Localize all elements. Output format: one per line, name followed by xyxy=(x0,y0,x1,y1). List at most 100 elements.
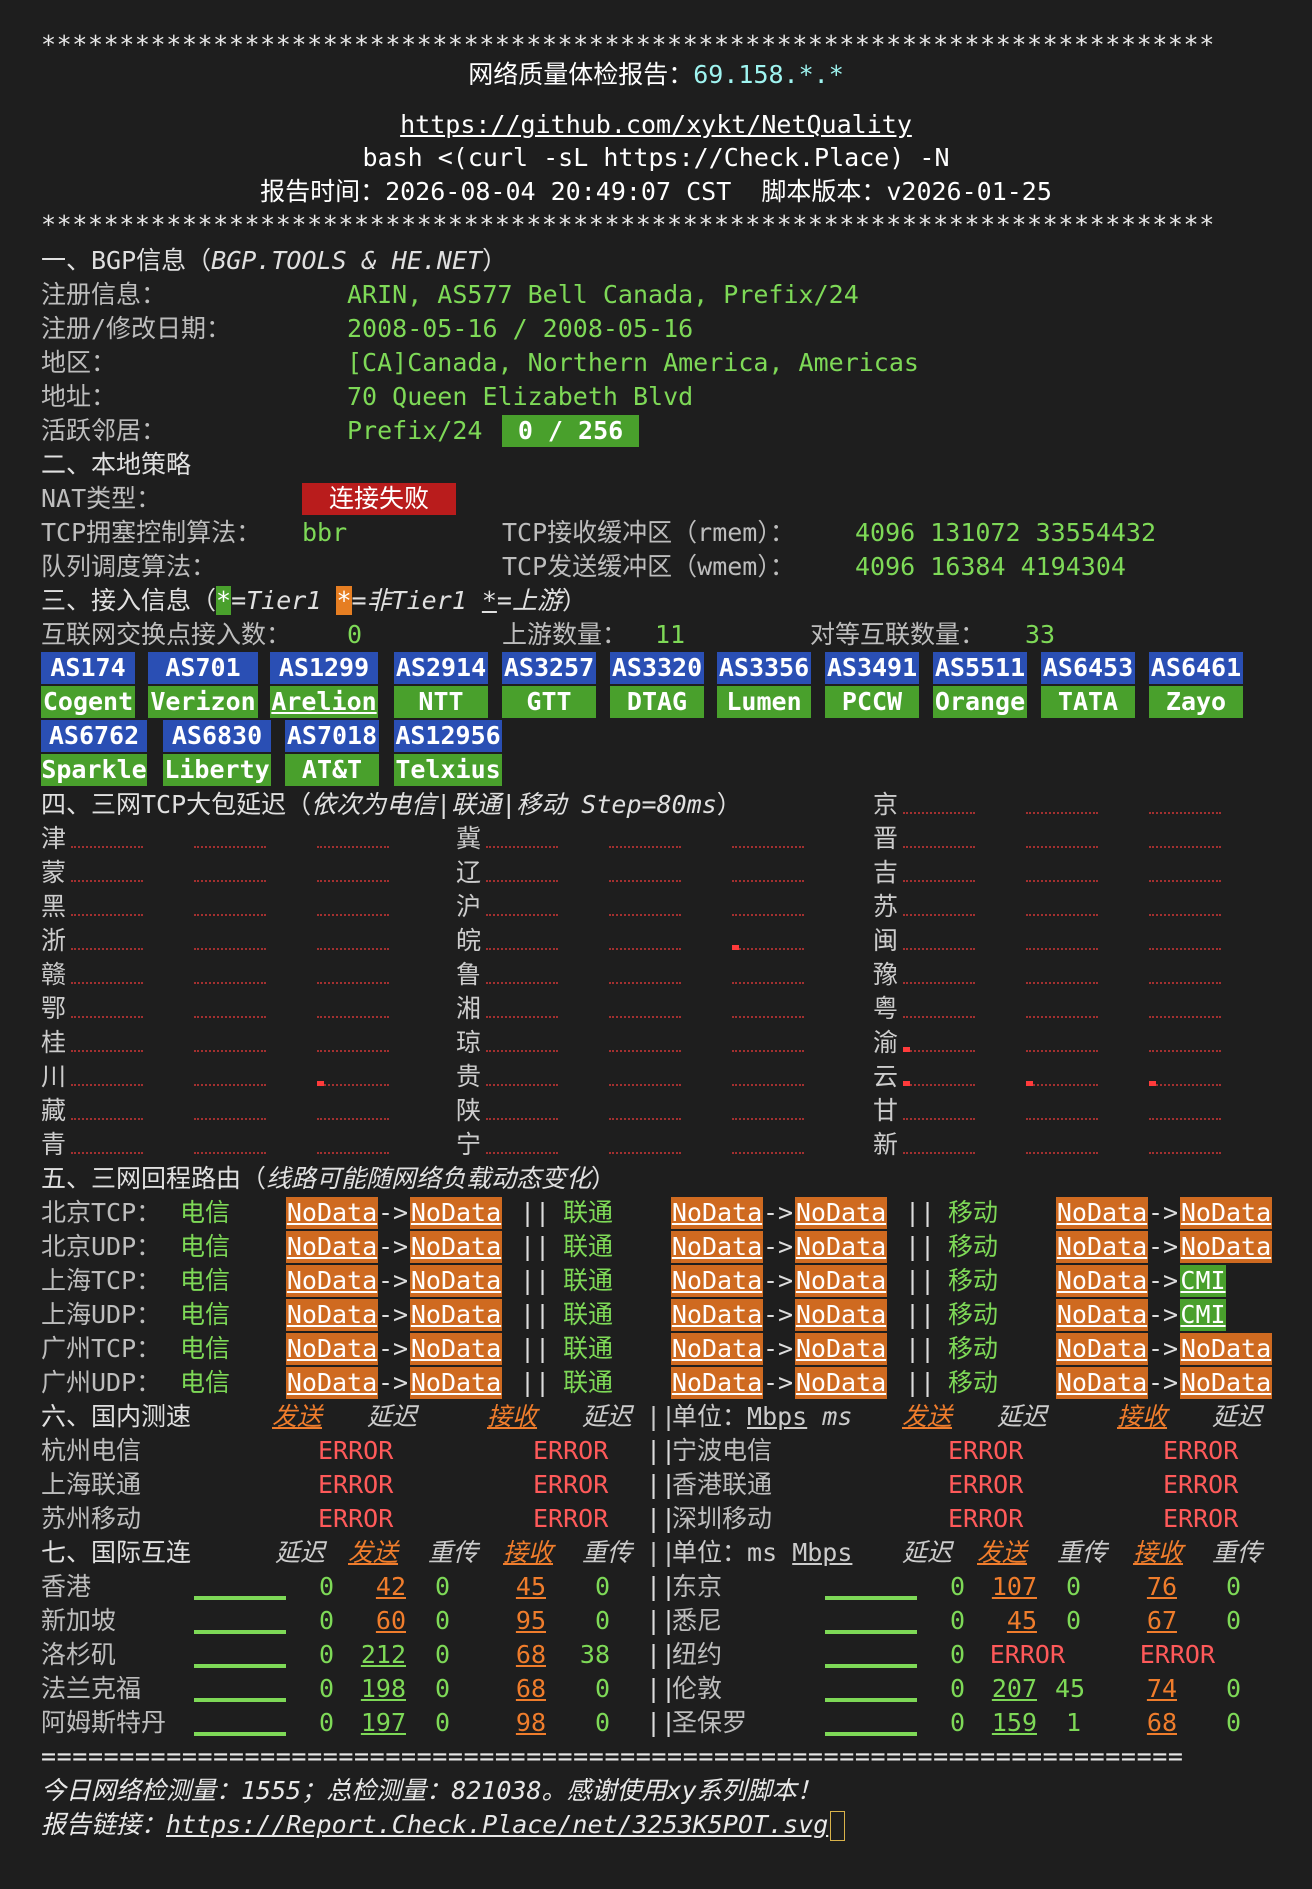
neighbor-count-badge: 0 / 256 xyxy=(502,415,639,447)
report-link[interactable]: https://Report.Check.Place/net/3253K5POT… xyxy=(166,1810,828,1839)
route-arrow: -> xyxy=(1148,1232,1179,1261)
isp-ct: 电信 xyxy=(180,1198,231,1227)
province-label: 吉 xyxy=(873,858,899,887)
footer-divider: ========================================… xyxy=(41,1742,1184,1771)
header-stars-top: ****************************************… xyxy=(41,30,1215,59)
route-arrow: -> xyxy=(378,1300,409,1329)
asn-name: DTAG xyxy=(610,686,704,718)
province-label: 云 xyxy=(873,1062,899,1091)
retx-value: 0 xyxy=(434,1606,450,1635)
route-hop: NoData xyxy=(671,1265,763,1297)
asn-name: Zayo xyxy=(1149,686,1243,718)
col-recv: 接收 xyxy=(1133,1538,1184,1567)
section-intl-title: 七、国际互连 xyxy=(41,1538,192,1567)
col-recv: 接收 xyxy=(487,1402,538,1431)
repo-link[interactable]: https://github.com/xykt/NetQuality xyxy=(0,108,1312,142)
separator: || xyxy=(520,1266,551,1295)
latency-bar xyxy=(825,1698,917,1702)
latency-mark xyxy=(903,1081,910,1086)
report-title: 网络质量体检报告：69.158.*.* xyxy=(0,58,1312,92)
delay-value: 0 xyxy=(949,1708,965,1737)
latency-dots xyxy=(1149,874,1221,882)
col-recv: 接收 xyxy=(503,1538,554,1567)
nat-label: NAT类型： xyxy=(41,484,162,513)
province-label: 甘 xyxy=(873,1096,899,1125)
latency-dots xyxy=(1149,1146,1221,1154)
upstream-legend-swatch: * xyxy=(481,586,497,615)
col-delay: 延迟 xyxy=(902,1538,953,1567)
route-label: 北京UDP： xyxy=(41,1232,162,1261)
latency-dots xyxy=(1026,874,1098,882)
route-hop: NoData xyxy=(286,1265,378,1297)
latency-dots xyxy=(1149,908,1221,916)
latency-dots xyxy=(317,1078,389,1086)
province-label: 辽 xyxy=(456,858,482,887)
latency-dots xyxy=(317,874,389,882)
asn-number: AS2914 xyxy=(394,652,488,684)
col-delay: 延迟 xyxy=(1212,1402,1263,1431)
latency-dots xyxy=(194,1010,266,1018)
route-hop: NoData xyxy=(1056,1367,1148,1399)
latency-dots xyxy=(732,1146,804,1154)
latency-bar xyxy=(825,1630,917,1634)
asn-number: AS3491 xyxy=(825,652,919,684)
route-hop: CMI xyxy=(1180,1265,1226,1297)
asn-number: AS6461 xyxy=(1149,652,1243,684)
recv-value: 76 xyxy=(1146,1572,1177,1601)
province-label: 鄂 xyxy=(41,994,67,1023)
latency-dots xyxy=(903,806,975,814)
latency-dots xyxy=(1026,942,1098,950)
retx-value: 0 xyxy=(1065,1606,1081,1635)
asn-number: AS3320 xyxy=(610,652,704,684)
latency-dots xyxy=(732,976,804,984)
latency-dots xyxy=(903,1112,975,1120)
latency-dots xyxy=(317,976,389,984)
neighbor-prefix: Prefix/24 xyxy=(347,416,483,445)
rmem-value: 4096 131072 33554432 xyxy=(855,518,1157,547)
isp-ct: 电信 xyxy=(180,1334,231,1363)
retx-value: 0 xyxy=(1065,1572,1081,1601)
section-domestic-title: 六、国内测速 xyxy=(41,1402,192,1431)
separator: || xyxy=(520,1232,551,1261)
route-arrow: -> xyxy=(763,1198,794,1227)
latency-dots xyxy=(486,840,558,848)
neighbor-label: 活跃邻居： xyxy=(41,416,167,445)
col-recv: 接收 xyxy=(1117,1402,1168,1431)
isp-cm: 移动 xyxy=(948,1334,999,1363)
latency-dots xyxy=(71,1146,143,1154)
speed-error: ERROR xyxy=(948,1436,1024,1465)
asn-number: AS6830 xyxy=(163,720,271,752)
latency-dots xyxy=(903,976,975,984)
node-name: 香港联通 xyxy=(672,1470,773,1499)
domestic-header-left: 发送 xyxy=(272,1400,322,1434)
asn-name: GTT xyxy=(502,686,596,718)
asn-number: AS5511 xyxy=(933,652,1027,684)
latency-dots xyxy=(1026,806,1098,814)
reg-value: ARIN, AS577 Bell Canada, Prefix/24 xyxy=(347,280,859,309)
peer-label: 对等互联数量： xyxy=(810,620,986,649)
latency-dots xyxy=(194,1146,266,1154)
latency-dots xyxy=(317,1010,389,1018)
speed-error: ERROR xyxy=(318,1436,394,1465)
route-hop: NoData xyxy=(286,1197,378,1229)
header-stars-bottom: ****************************************… xyxy=(41,210,1215,239)
latency-dots xyxy=(317,840,389,848)
latency-dots xyxy=(732,1044,804,1052)
latency-dots xyxy=(194,1112,266,1120)
latency-dots xyxy=(317,942,389,950)
isp-cm: 移动 xyxy=(948,1232,999,1261)
latency-dots xyxy=(1149,806,1221,814)
latency-dots xyxy=(609,1078,681,1086)
province-label: 粤 xyxy=(873,994,899,1023)
latency-dots xyxy=(194,1078,266,1086)
retx-value: 0 xyxy=(1225,1572,1241,1601)
latency-dots xyxy=(1026,1112,1098,1120)
speed-error: ERROR xyxy=(948,1504,1024,1533)
node-name: 东京 xyxy=(672,1572,723,1601)
upstream-label: 上游数量： xyxy=(502,620,628,649)
retx-value: 0 xyxy=(434,1674,450,1703)
route-arrow: -> xyxy=(378,1368,409,1397)
col-send: 发送 xyxy=(348,1538,399,1567)
province-label: 苏 xyxy=(873,892,899,921)
route-arrow: -> xyxy=(763,1266,794,1295)
